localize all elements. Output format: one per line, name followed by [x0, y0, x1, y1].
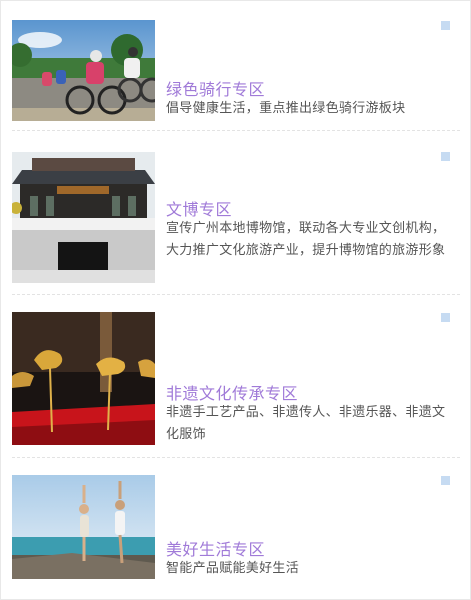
- divider: [12, 294, 460, 295]
- zone-description: 非遗手工艺产品、非遗传人、非遗乐器、非遗文化服饰: [166, 405, 446, 442]
- heritage-craft-image[interactable]: [12, 312, 155, 445]
- corner-marker-icon: [441, 21, 450, 30]
- corner-marker-icon: [441, 313, 450, 322]
- divider: [12, 130, 460, 131]
- zone-title[interactable]: 绿色骑行专区: [166, 76, 265, 100]
- zone-description: 宣传广州本地博物馆，联动各大专业文创机构，大力推广文化旅游产业，提升博物馆的旅游…: [166, 221, 446, 258]
- cycling-image[interactable]: [12, 20, 155, 121]
- museum-image[interactable]: [12, 152, 155, 283]
- yoga-image[interactable]: [12, 475, 155, 579]
- zone-title[interactable]: 美好生活专区: [166, 536, 265, 560]
- zone-description: 智能产品赋能美好生活: [166, 561, 300, 576]
- zone-title[interactable]: 文博专区: [166, 196, 232, 220]
- zone-description: 倡导健康生活，重点推出绿色骑行游板块: [166, 101, 406, 116]
- corner-marker-icon: [441, 476, 450, 485]
- divider: [12, 457, 460, 458]
- corner-marker-icon: [441, 152, 450, 161]
- zone-title[interactable]: 非遗文化传承专区: [166, 380, 298, 404]
